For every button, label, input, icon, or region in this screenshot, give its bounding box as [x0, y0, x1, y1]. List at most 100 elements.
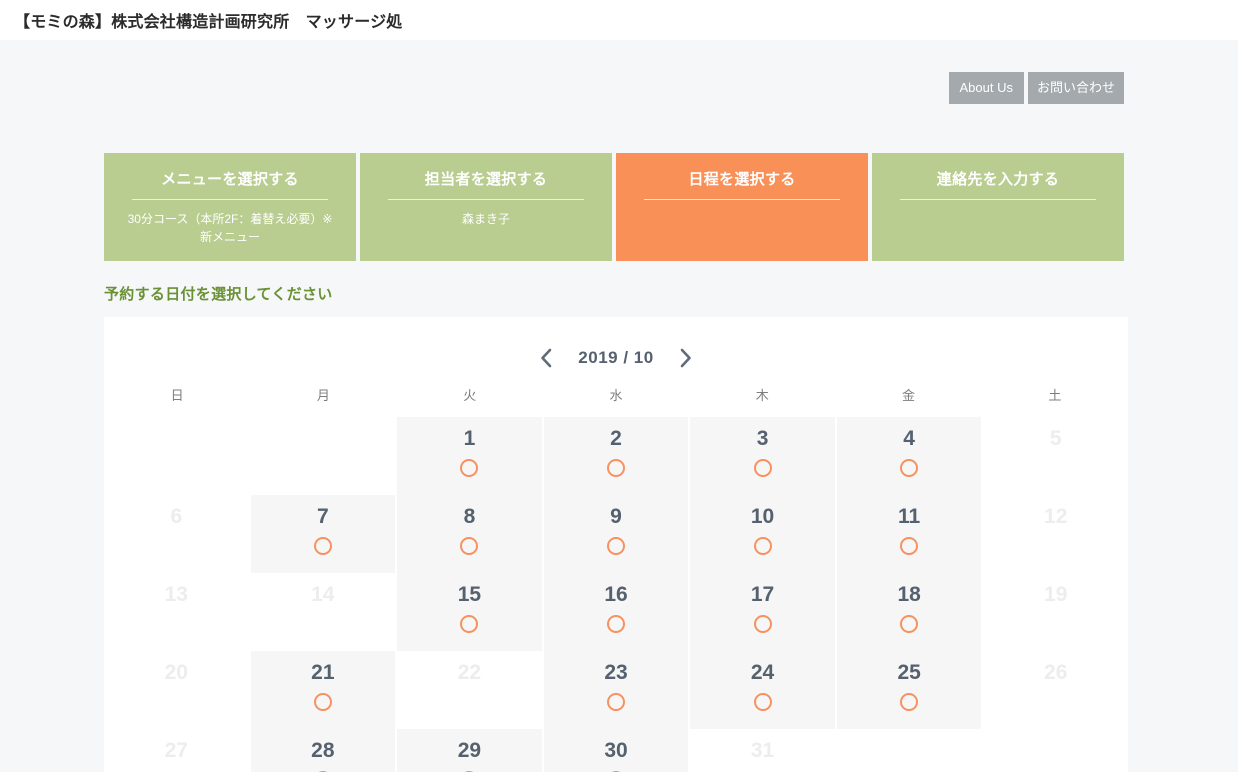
calendar-card: 2019 / 10 日 月 火 水 木 金 土 1 2 3 4 5 6 7 8 9 10 11 12 1… — [104, 317, 1128, 772]
step-divider — [131, 199, 329, 200]
step-select-menu-value: 30分コース（本所2F：着替え必要）※新メニュー — [127, 212, 333, 244]
calendar-day-cell[interactable]: 25 — [836, 651, 982, 729]
calendar-day-number: 23 — [604, 661, 628, 684]
calendar-day-cell[interactable]: 17 — [690, 573, 835, 651]
calendar-day-number: 20 — [164, 661, 188, 684]
weekday-wed: 水 — [609, 388, 623, 403]
calendar-day-number: 12 — [1044, 505, 1068, 528]
calendar-day-number: 15 — [457, 583, 482, 606]
calendar-day-empty — [983, 729, 1128, 772]
calendar-day-cell[interactable]: 2 — [543, 417, 689, 495]
calendar-day-number: 14 — [311, 583, 335, 606]
availability-circle-icon — [313, 537, 332, 556]
calendar-day-cell[interactable]: 8 — [397, 495, 542, 573]
calendar-day-cell[interactable]: 15 — [397, 573, 542, 651]
calendar-day-cell[interactable]: 23 — [543, 651, 689, 729]
calendar-day-cell[interactable]: 9 — [543, 495, 689, 573]
calendar-day-cell[interactable]: 11 — [836, 495, 982, 573]
step-divider — [387, 199, 585, 200]
step-select-menu[interactable]: メニューを選択する 30分コース（本所2F：着替え必要）※新メニュー — [104, 153, 356, 261]
step-select-schedule[interactable]: 日程を選択する — [616, 153, 868, 261]
calendar-week-row: 20 21 22 23 24 25 26 — [104, 651, 1128, 729]
calendar-month-label: 2019 / 10 — [578, 348, 654, 367]
weekday-tue: 火 — [463, 388, 477, 403]
calendar-week-row: 1 2 3 4 5 — [104, 417, 1128, 495]
calendar-day-number: 2 — [610, 427, 622, 450]
page-title: 予約する日付を選択してください — [104, 286, 333, 303]
availability-circle-icon — [460, 615, 479, 634]
calendar-day-cell[interactable]: 21 — [250, 651, 396, 729]
calendar-day-cell[interactable]: 16 — [543, 573, 689, 651]
calendar-day-cell[interactable]: 4 — [836, 417, 982, 495]
about-us-button[interactable]: About Us — [948, 72, 1024, 104]
calendar-day-empty — [250, 417, 396, 495]
weekday-fri: 金 — [902, 388, 916, 403]
calendar-weekday-header: 日 月 火 水 木 金 土 — [104, 385, 1128, 411]
calendar-day-number: 11 — [898, 505, 921, 528]
step-select-schedule-title: 日程を選択する — [688, 171, 796, 188]
calendar-day-cell[interactable]: 1 — [397, 417, 542, 495]
next-month-icon[interactable] — [676, 347, 696, 369]
availability-circle-icon — [753, 615, 772, 634]
calendar-day-number: 21 — [311, 661, 335, 684]
availability-circle-icon — [460, 459, 479, 478]
calendar-day-cell[interactable]: 29 — [397, 729, 542, 772]
step-enter-contact[interactable]: 連絡先を入力する — [872, 153, 1124, 261]
calendar-day-cell: 22 — [397, 651, 542, 729]
contact-button[interactable]: お問い合わせ — [1027, 72, 1124, 104]
step-select-staff[interactable]: 担当者を選択する 森まき子 — [360, 153, 612, 261]
calendar-day-number: 28 — [311, 739, 335, 762]
calendar-day-cell[interactable]: 3 — [690, 417, 835, 495]
calendar-day-number: 5 — [1049, 427, 1062, 450]
site-title: 【モミの森】株式会社構造計画研究所 マッサージ処 — [14, 14, 403, 31]
calendar-day-number: 13 — [164, 583, 188, 606]
calendar-day-cell[interactable]: 24 — [690, 651, 835, 729]
calendar-day-number: 18 — [897, 583, 921, 606]
availability-circle-icon — [313, 693, 332, 712]
calendar-day-cell[interactable]: 28 — [250, 729, 396, 772]
prev-month-icon[interactable] — [536, 347, 556, 369]
calendar-day-number: 9 — [610, 505, 622, 528]
calendar-day-cell: 26 — [983, 651, 1128, 729]
availability-circle-icon — [606, 693, 625, 712]
calendar-day-number: 27 — [164, 739, 188, 762]
calendar-day-cell: 27 — [104, 729, 249, 772]
calendar-day-number: 16 — [604, 583, 628, 606]
calendar-day-number: 17 — [750, 583, 775, 606]
calendar-week-row: 27 28 29 30 31 — [104, 729, 1128, 772]
calendar-day-number: 4 — [903, 427, 915, 450]
step-progress-bar: メニューを選択する 30分コース（本所2F：着替え必要）※新メニュー 担当者を選… — [104, 153, 1124, 261]
step-divider — [899, 199, 1097, 200]
calendar-day-empty — [104, 417, 249, 495]
weekday-mon: 月 — [316, 388, 330, 403]
calendar-day-number: 26 — [1044, 661, 1068, 684]
site-header: 【モミの森】株式会社構造計画研究所 マッサージ処 — [0, 0, 1238, 40]
availability-circle-icon — [900, 537, 919, 556]
calendar-day-cell: 20 — [104, 651, 249, 729]
calendar-day-number: 31 — [750, 739, 775, 762]
availability-circle-icon — [900, 693, 919, 712]
calendar-day-empty — [836, 729, 982, 772]
calendar-day-number: 3 — [756, 427, 769, 450]
availability-circle-icon — [900, 459, 919, 478]
calendar-day-number: 24 — [750, 661, 775, 684]
calendar-day-cell[interactable]: 18 — [836, 573, 982, 651]
step-divider — [643, 199, 841, 200]
calendar-day-cell: 13 — [104, 573, 249, 651]
page-body: About Us お問い合わせ メニューを選択する 30分コース（本所2F：着替… — [0, 40, 1238, 772]
calendar-day-number: 22 — [457, 661, 482, 684]
step-select-staff-value: 森まき子 — [461, 212, 510, 226]
calendar-day-number: 29 — [457, 739, 482, 762]
availability-circle-icon — [753, 459, 772, 478]
step-select-staff-title: 担当者を選択する — [424, 171, 548, 188]
calendar-week-row: 6 7 8 9 10 11 12 — [104, 495, 1128, 573]
calendar-day-cell[interactable]: 10 — [690, 495, 835, 573]
weekday-sat: 土 — [1048, 388, 1062, 403]
calendar-day-number: 19 — [1044, 583, 1068, 606]
availability-circle-icon — [753, 537, 772, 556]
calendar-day-cell[interactable]: 7 — [250, 495, 396, 573]
calendar-day-number: 10 — [750, 505, 775, 528]
calendar-day-cell[interactable]: 30 — [543, 729, 689, 772]
calendar-day-number: 7 — [317, 505, 329, 528]
availability-circle-icon — [753, 693, 772, 712]
